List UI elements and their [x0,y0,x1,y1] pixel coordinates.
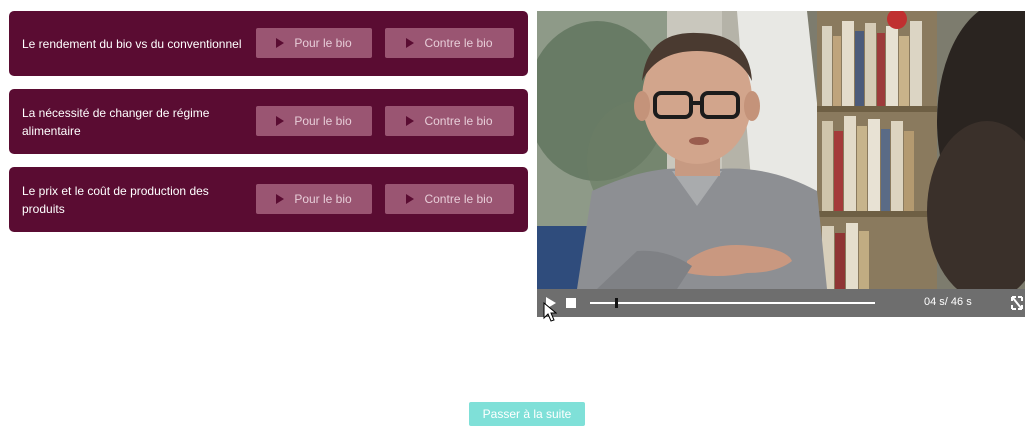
contre-le-bio-button[interactable]: Contre le bio [385,106,514,136]
play-icon [406,38,415,48]
mouse-cursor-icon [543,302,557,322]
topic-card-rendement: Le rendement du bio vs du conventionnel … [9,11,528,76]
play-icon [276,194,285,204]
topic-card-regime: La nécessité de changer de régime alimen… [9,89,528,154]
topic-list: Le rendement du bio vs du conventionnel … [9,11,528,245]
play-icon [406,116,415,126]
contre-le-bio-button[interactable]: Contre le bio [385,28,514,58]
play-icon [276,116,285,126]
topic-card-prix: Le prix et le coût de production des pro… [9,167,528,232]
video-player[interactable]: 04 s/ 46 s [537,11,1025,317]
progress-handle[interactable] [615,298,618,308]
topic-label: La nécessité de changer de régime alimen… [22,105,210,138]
progress-bar[interactable] [590,298,875,308]
contre-le-bio-button[interactable]: Contre le bio [385,184,514,214]
page: Le rendement du bio vs du conventionnel … [0,0,1025,426]
button-label: Pour le bio [294,192,352,206]
pour-le-bio-button[interactable]: Pour le bio [256,184,372,214]
time-display: 04 s/ 46 s [924,296,972,308]
button-label: Pour le bio [294,114,352,128]
button-label: Contre le bio [424,114,493,128]
topic-label: Le prix et le coût de production des pro… [22,183,209,216]
video-frame [537,11,1025,289]
topic-label: Le rendement du bio vs du conventionnel [22,36,242,51]
fullscreen-icon[interactable] [1011,296,1023,310]
play-icon [276,38,285,48]
pour-le-bio-button[interactable]: Pour le bio [256,28,372,58]
video-controls: 04 s/ 46 s [537,289,1025,317]
stop-icon[interactable] [566,298,576,308]
button-label: Pour le bio [294,36,352,50]
play-icon [406,194,415,204]
pour-le-bio-button[interactable]: Pour le bio [256,106,372,136]
button-label: Contre le bio [424,36,493,50]
button-label: Contre le bio [424,192,493,206]
next-button[interactable]: Passer à la suite [469,402,585,426]
